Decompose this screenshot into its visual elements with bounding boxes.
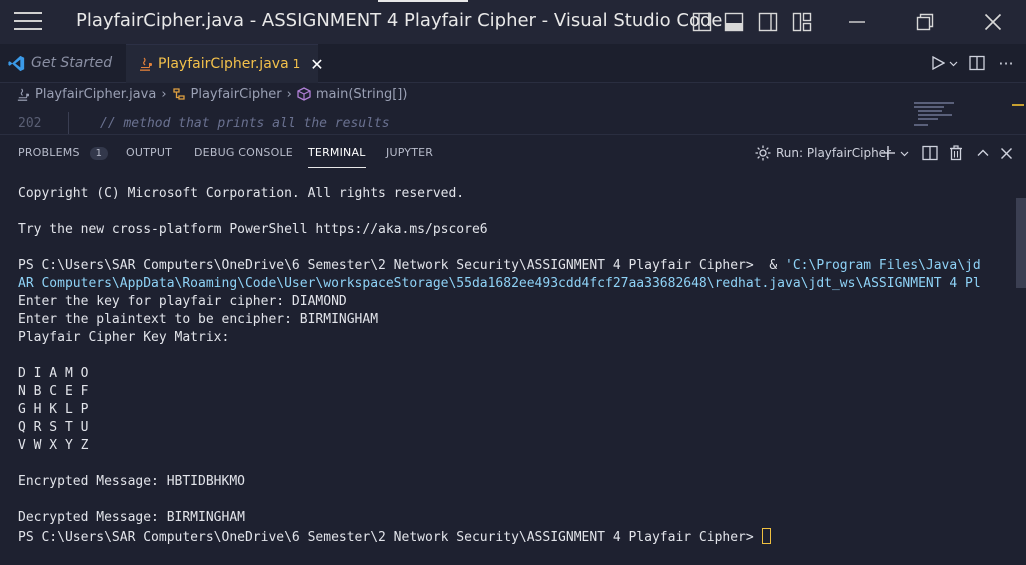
terminal-line: Enter the key for playfair cipher: DIAMO…	[18, 294, 347, 309]
tab-label: PROBLEMS	[18, 146, 80, 159]
problems-count-badge: 1	[89, 147, 109, 160]
kill-terminal-trash-icon[interactable]	[948, 143, 964, 163]
customize-layout-icon[interactable]	[790, 10, 814, 34]
breadcrumb-class-label: PlayfairCipher	[190, 86, 282, 102]
run-java-button[interactable]	[926, 44, 962, 82]
indent-guide	[68, 112, 69, 134]
matrix-row: D I A M O	[18, 366, 89, 381]
breadcrumb-method-label: main(String[])	[315, 86, 408, 102]
toggle-primary-sidebar-icon[interactable]	[690, 10, 714, 34]
minimize-window-icon[interactable]	[846, 10, 868, 34]
terminal-cursor	[761, 528, 771, 544]
minimap[interactable]	[912, 100, 1024, 132]
plus-icon	[880, 145, 896, 161]
breadcrumb-method[interactable]: main(String[])	[297, 86, 408, 102]
terminal-line: PS C:\Users\SAR Computers\OneDrive\6 Sem…	[18, 528, 771, 545]
split-terminal-icon[interactable]	[922, 143, 938, 163]
terminal-line: Playfair Cipher Key Matrix:	[18, 330, 230, 345]
breadcrumb: PlayfairCipher.java › PlayfairCipher › m…	[0, 82, 1026, 106]
terminal-output[interactable]: Copyright (C) Microsoft Corporation. All…	[0, 170, 1010, 565]
problem-count-badge: 1	[292, 57, 301, 71]
matrix-row: G H K L P	[18, 402, 89, 417]
split-editor-icon	[969, 55, 985, 71]
vscode-logo-icon	[8, 55, 25, 72]
breadcrumb-class[interactable]: PlayfairCipher	[172, 87, 282, 102]
tab-label: PlayfairCipher.java	[158, 56, 289, 72]
toggle-secondary-sidebar-icon[interactable]	[756, 10, 780, 34]
tab-jupyter[interactable]: JUPYTER	[386, 146, 433, 159]
editor-tab-bar: Get Started PlayfairCipher.java 1 ✕ ···	[0, 44, 1026, 83]
window-title: PlayfairCipher.java - ASSIGNMENT 4 Playf…	[76, 10, 723, 31]
restore-window-icon[interactable]	[914, 10, 936, 34]
progress-indicator	[378, 0, 468, 2]
terminal-line: Enter the plaintext to be encipher: BIRM…	[18, 312, 379, 327]
hamburger-menu-icon[interactable]	[14, 12, 42, 32]
terminal-name-label: Run: PlayfairCipher	[776, 146, 891, 160]
title-bar: PlayfairCipher.java - ASSIGNMENT 4 Playf…	[0, 0, 1026, 44]
java-file-icon	[138, 56, 152, 72]
tab-playfaircipher-java[interactable]: PlayfairCipher.java 1 ✕	[126, 44, 324, 83]
split-editor-button[interactable]	[966, 44, 988, 82]
play-icon	[931, 56, 945, 70]
chevron-right-icon: ›	[161, 86, 167, 102]
terminal-command: 'C:\Program Files\Java\jd	[785, 258, 981, 273]
chevron-right-icon: ›	[286, 86, 292, 102]
terminal-line: Encrypted Message: HBTIDBHKMO	[18, 474, 245, 489]
chevron-down-icon	[949, 59, 958, 68]
terminal-line: AR Computers\AppData\Roaming\Code\User\w…	[18, 276, 981, 291]
breadcrumb-file[interactable]: PlayfairCipher.java	[16, 87, 156, 102]
matrix-row: V W X Y Z	[18, 438, 89, 453]
tab-terminal[interactable]: TERMINAL	[308, 146, 366, 168]
tab-debug-console[interactable]: DEBUG CONSOLE	[194, 146, 293, 159]
matrix-row: N B C E F	[18, 384, 89, 399]
breadcrumb-file-label: PlayfairCipher.java	[35, 86, 157, 102]
close-panel-icon[interactable]	[1000, 143, 1013, 163]
terminal-scrollbar[interactable]	[1016, 198, 1026, 288]
tab-output[interactable]: OUTPUT	[126, 146, 172, 159]
terminal-line: Copyright (C) Microsoft Corporation. All…	[18, 186, 465, 201]
class-symbol-icon	[172, 87, 186, 101]
panel-tab-bar: PROBLEMS 1 OUTPUT DEBUG CONSOLE TERMINAL …	[0, 134, 1026, 171]
more-actions-icon[interactable]: ···	[994, 44, 1018, 82]
terminal-line: PS C:\Users\SAR Computers\OneDrive\6 Sem…	[18, 258, 981, 273]
close-window-icon[interactable]	[982, 10, 1004, 34]
method-symbol-icon	[297, 87, 311, 101]
toggle-panel-icon[interactable]	[722, 10, 746, 34]
maximize-panel-chevron-up-icon[interactable]	[976, 143, 990, 163]
debug-gear-icon	[754, 144, 772, 162]
line-number: 202	[18, 116, 42, 131]
code-comment: // method that prints all the results	[100, 116, 390, 131]
matrix-row: Q R S T U	[18, 420, 89, 435]
new-terminal-button[interactable]	[880, 143, 909, 163]
java-file-icon	[16, 87, 29, 102]
tab-get-started[interactable]: Get Started	[0, 44, 134, 82]
terminal-line: Try the new cross-platform PowerShell ht…	[18, 222, 488, 237]
chevron-down-icon	[900, 149, 909, 158]
tab-label: Get Started	[31, 55, 113, 71]
tab-problems[interactable]: PROBLEMS 1	[18, 146, 109, 160]
terminal-line: Decrypted Message: BIRMINGHAM	[18, 510, 245, 525]
terminal-prompt: PS C:\Users\SAR Computers\OneDrive\6 Sem…	[18, 258, 786, 273]
close-icon[interactable]: ✕	[310, 55, 323, 74]
terminal-instance-selector[interactable]: Run: PlayfairCipher	[754, 143, 891, 163]
editor-area[interactable]: 202 // method that prints all the result…	[0, 112, 1026, 134]
terminal-prompt: PS C:\Users\SAR Computers\OneDrive\6 Sem…	[18, 530, 762, 545]
